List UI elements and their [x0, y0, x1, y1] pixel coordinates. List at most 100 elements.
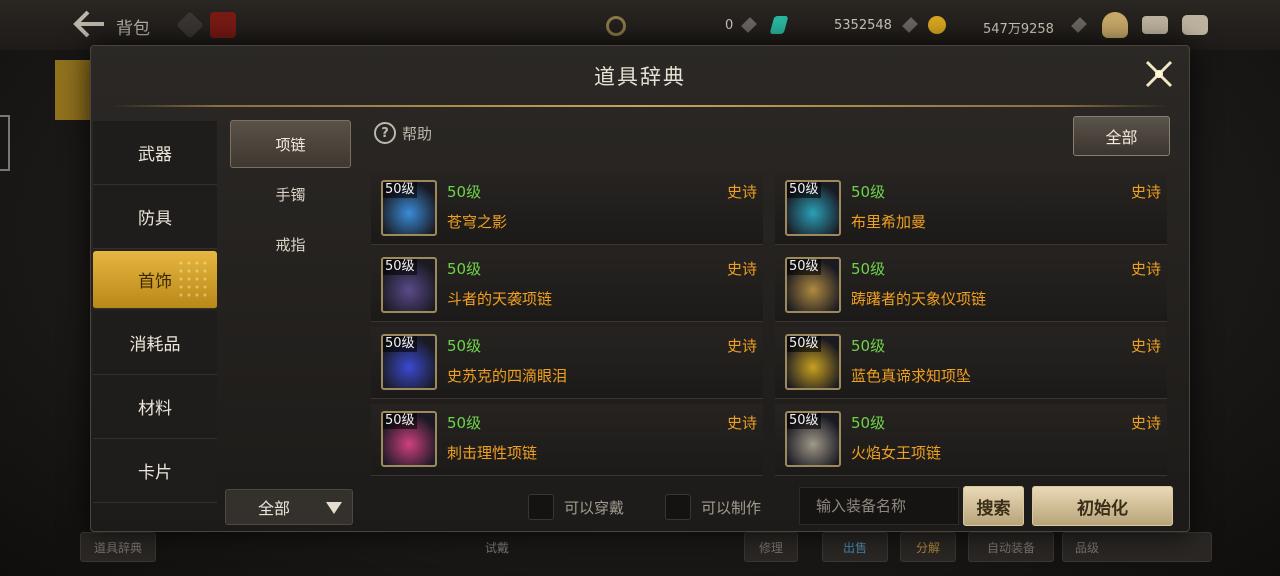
item-card[interactable]: 50级 50级 史诗史苏克的四滴眼泪 — [371, 327, 763, 399]
item-card[interactable]: 50级 50级 史诗踌躇者的天象仪项链 — [775, 250, 1167, 322]
item-level: 50级 — [447, 183, 482, 201]
money-bag-icon[interactable] — [1102, 12, 1128, 38]
mail-icon[interactable] — [1142, 16, 1168, 34]
item-name: 布里希加曼 — [851, 213, 927, 231]
blue-gem-cluster-icon: 50级 — [381, 334, 437, 390]
item-name: 斗者的天袭项链 — [447, 290, 553, 308]
item-card[interactable]: 50级 50级 史诗火焰女王项链 — [775, 404, 1167, 476]
red-gift-icon[interactable] — [210, 12, 236, 38]
item-level-tag: 50级 — [787, 336, 821, 352]
item-rarity: 史诗 — [1130, 260, 1161, 278]
gray-gem-icon — [741, 17, 757, 33]
gold-coin-icon — [928, 16, 946, 34]
item-name: 火焰女王项链 — [851, 444, 942, 462]
diamond-icon[interactable] — [176, 11, 204, 39]
question-icon: ? — [374, 122, 396, 144]
checkbox-box[interactable] — [665, 494, 691, 520]
golden-astrolabe-icon: 50级 — [785, 257, 841, 313]
grade-dropdown[interactable]: 全部 — [225, 489, 353, 525]
resource-a: 5352548 — [834, 18, 892, 33]
help-button[interactable]: ? 帮助 — [374, 122, 432, 144]
item-name: 史苏克的四滴眼泪 — [447, 367, 568, 385]
item-rarity: 史诗 — [1130, 414, 1161, 432]
background-sell-button: 出售 — [822, 532, 888, 562]
dark-mask-icon: 50级 — [381, 257, 437, 313]
background-repair-button: 修理 — [744, 532, 798, 562]
category-card[interactable]: 卡片 — [93, 439, 217, 503]
resource-b: 547万9258 — [983, 22, 1054, 37]
item-level-tag: 50级 — [383, 336, 417, 352]
bag-title: 背包 — [116, 19, 150, 39]
craftable-label: 可以制作 — [701, 498, 762, 517]
subtab-list: 项链 手镯 戒指 — [230, 120, 351, 270]
item-name: 刺击理性项链 — [447, 444, 538, 462]
chat-icon[interactable] — [1182, 15, 1208, 35]
search-button[interactable]: 搜索 — [963, 486, 1024, 526]
back-arrow-icon[interactable] — [72, 10, 106, 38]
category-consumable[interactable]: 消耗品 — [93, 311, 217, 375]
item-card[interactable]: 50级 50级 史诗苍穹之影 — [371, 173, 763, 245]
resource-zero: 0 — [725, 18, 734, 33]
background-sort-dropdown: 品级 — [1062, 532, 1212, 562]
subtab-ring[interactable]: 戒指 — [230, 220, 351, 268]
item-card[interactable]: 50级 50级 史诗刺击理性项链 — [371, 404, 763, 476]
category-armor[interactable]: 防具 — [93, 185, 217, 249]
dropdown-value: 全部 — [258, 499, 291, 518]
gold-scroll-pendant-icon: 50级 — [785, 334, 841, 390]
gray-gem-icon — [902, 17, 918, 33]
item-level-tag: 50级 — [787, 259, 821, 275]
help-label: 帮助 — [402, 124, 433, 143]
reset-button[interactable]: 初始化 — [1032, 486, 1173, 526]
title-divider — [111, 105, 1169, 107]
craftable-checkbox[interactable]: 可以制作 — [665, 494, 761, 520]
item-name: 踌躇者的天象仪项链 — [851, 290, 987, 308]
teal-crystal-icon — [769, 16, 789, 34]
gold-c-icon — [606, 16, 626, 36]
background-decompose-button: 分解 — [900, 532, 956, 562]
background-hex-frame — [0, 115, 10, 171]
checkbox-box[interactable] — [528, 494, 554, 520]
wearable-checkbox[interactable]: 可以穿戴 — [528, 494, 624, 520]
item-level: 50级 — [851, 183, 886, 201]
caret-down-icon — [326, 502, 342, 514]
background-dictionary-button: 道具辞典 — [80, 532, 156, 562]
item-level-tag: 50级 — [383, 259, 417, 275]
item-rarity: 史诗 — [1130, 337, 1161, 355]
item-level: 50级 — [851, 337, 886, 355]
item-dictionary-modal: 道具辞典 武器 防具 首饰 消耗品 材料 卡片 项链 手镯 戒指 ? 帮助 全部… — [90, 45, 1190, 532]
item-rarity: 史诗 — [726, 414, 757, 432]
subtab-bracelet[interactable]: 手镯 — [230, 170, 351, 218]
item-card[interactable]: 50级 50级 史诗布里希加曼 — [775, 173, 1167, 245]
background-tab-highlight — [55, 60, 95, 120]
background-tryon-label: 试戴 — [484, 540, 509, 555]
item-card[interactable]: 50级 50级 史诗 斗者的天袭项链 — [371, 250, 763, 322]
category-material[interactable]: 材料 — [93, 375, 217, 439]
silver-blade-pendant-icon: 50级 — [785, 411, 841, 467]
item-card[interactable]: 50级 50级 史诗 蓝色真谛求知项坠 — [775, 327, 1167, 399]
item-rarity: 史诗 — [726, 337, 757, 355]
item-level: 50级 — [447, 414, 482, 432]
pink-ring-necklace-icon: 50级 — [381, 411, 437, 467]
item-level: 50级 — [851, 414, 886, 432]
gray-gem-icon — [1071, 17, 1087, 33]
background-auto-equip-button: 自动装备 — [968, 532, 1054, 562]
category-accessory[interactable]: 首饰 — [93, 251, 217, 309]
item-level: 50级 — [851, 260, 886, 278]
teal-gold-arc-icon: 50级 — [785, 180, 841, 236]
close-icon[interactable] — [1141, 56, 1177, 92]
item-level-tag: 50级 — [383, 413, 417, 429]
item-level-tag: 50级 — [383, 182, 417, 198]
modal-title: 道具辞典 — [594, 65, 686, 89]
equipment-name-input[interactable] — [799, 487, 959, 525]
item-level-tag: 50级 — [787, 413, 821, 429]
blue-orb-necklace-icon: 50级 — [381, 180, 437, 236]
item-rarity: 史诗 — [726, 183, 757, 201]
filter-all-button[interactable]: 全部 — [1073, 116, 1170, 156]
item-level: 50级 — [447, 337, 482, 355]
item-rarity: 史诗 — [726, 260, 757, 278]
category-weapon[interactable]: 武器 — [93, 121, 217, 185]
subtab-necklace[interactable]: 项链 — [230, 120, 351, 168]
item-name: 苍穹之影 — [447, 213, 508, 231]
item-rarity: 史诗 — [1130, 183, 1161, 201]
wearable-label: 可以穿戴 — [564, 498, 625, 517]
